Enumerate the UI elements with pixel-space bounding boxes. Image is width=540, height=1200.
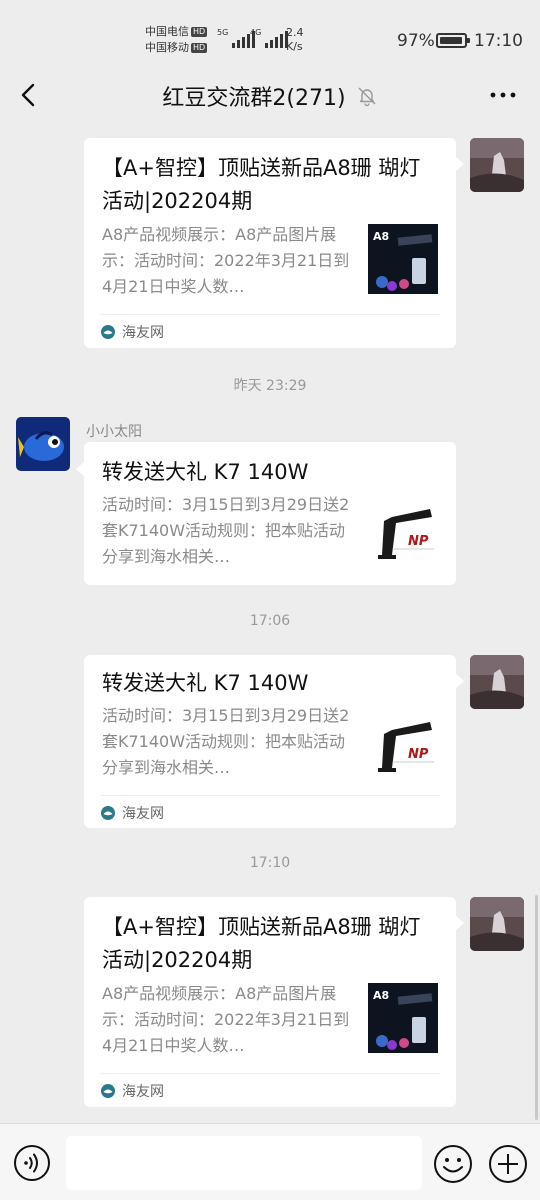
self-avatar[interactable] [470,138,524,192]
card-source: 海友网 [100,314,440,348]
timestamp: 昨天 23:29 [233,378,307,394]
emoji-icon[interactable] [433,1144,473,1184]
card-description: 活动时间：3月15日到3月29日送2套K7140W活动规则：把本贴活动分享到海水… [102,495,350,566]
thumbnail-a8-image: A8 [368,983,438,1053]
card-title: 转发送大礼 K7 140W [102,671,309,695]
thumb-label: A8 [373,230,389,243]
input-bar [0,1123,540,1200]
status-bar: 中国电信 HD 中国移动 HD 5G 4G 2.4 K/s 97% 17:10 [0,0,540,66]
voice-input-icon[interactable] [13,1144,51,1182]
haiyou-logo-icon [101,324,115,339]
thumb-label: NP [408,747,429,762]
thumb-label: A8 [373,989,389,1002]
source-name: 海友网 [122,1083,164,1100]
thumbnail-k7-image: NP [368,497,438,567]
link-card[interactable]: 转发送大礼 K7 140W 活动时间：3月15日到3月29日送2套K7140W活… [84,655,456,828]
bubble-pointer [455,915,464,931]
hd-badge: HD [191,43,208,53]
bell-off-icon [358,87,376,107]
source-name: 海友网 [122,324,164,341]
card-source: 海友网 [100,795,440,829]
card-title: 转发送大礼 K7 140W [102,460,309,484]
card-description: 活动时间：3月15日到3月29日送2套K7140W活动规则：把本贴活动分享到海水… [102,706,350,777]
link-card[interactable]: 【A+智控】顶贴送新品A8珊 瑚灯活动|202204期 A8产品视频展示：A8产… [84,138,456,348]
sender-avatar[interactable] [16,417,70,471]
signal-4g-label: 4G [250,28,262,37]
chat-header: 红豆交流群2(271) [0,66,540,124]
plus-icon[interactable] [488,1144,528,1184]
chat-title: 红豆交流群2(271) [162,86,346,111]
signal-4g-icon: 4G [250,28,289,48]
haiyou-logo-icon [101,805,115,820]
speed-unit: K/s [286,40,303,53]
link-card[interactable]: 转发送大礼 K7 140W 活动时间：3月15日到3月29日送2套K7140W活… [84,442,456,585]
timestamp: 17:10 [249,855,291,871]
message-input[interactable] [66,1136,422,1190]
chat-title-area: 红豆交流群2(271) [0,80,540,112]
self-avatar[interactable] [470,897,524,951]
hd-badge: HD [191,27,208,37]
card-title: 【A+智控】顶贴送新品A8珊 瑚灯活动|202204期 [102,156,421,213]
card-description: A8产品视频展示：A8产品图片展示：活动时间：2022年3月21日到4月21日中… [102,984,350,1055]
timestamp: 17:06 [249,613,291,629]
card-description: A8产品视频展示：A8产品图片展示：活动时间：2022年3月21日到4月21日中… [102,225,350,296]
carrier-1: 中国电信 [145,25,189,38]
source-name: 海友网 [122,805,164,822]
carrier-2: 中国移动 [145,41,189,54]
self-avatar[interactable] [470,655,524,709]
haiyou-logo-icon [101,1083,115,1098]
bubble-pointer [455,673,464,689]
battery-percent: 97% [397,31,435,51]
thumbnail-a8-image: A8 [368,224,438,294]
network-speed: 2.4 K/s [286,26,304,54]
link-card[interactable]: 【A+智控】顶贴送新品A8珊 瑚灯活动|202204期 A8产品视频展示：A8产… [84,897,456,1107]
battery-icon [436,33,470,48]
scrollbar[interactable] [535,895,538,1120]
clock: 17:10 [474,31,523,51]
card-title: 【A+智控】顶贴送新品A8珊 瑚灯活动|202204期 [102,915,421,972]
sender-name: 小小太阳 [86,424,142,440]
speed-value: 2.4 [286,26,304,39]
thumb-label: NP [408,534,429,549]
bubble-pointer [455,156,464,172]
more-dots-icon[interactable] [488,80,518,110]
carrier-info: 中国电信 HD 中国移动 HD [145,24,208,56]
thumbnail-k7-image: NP [368,710,438,780]
signal-5g-label: 5G [217,28,229,37]
card-source: 海友网 [100,1073,440,1107]
